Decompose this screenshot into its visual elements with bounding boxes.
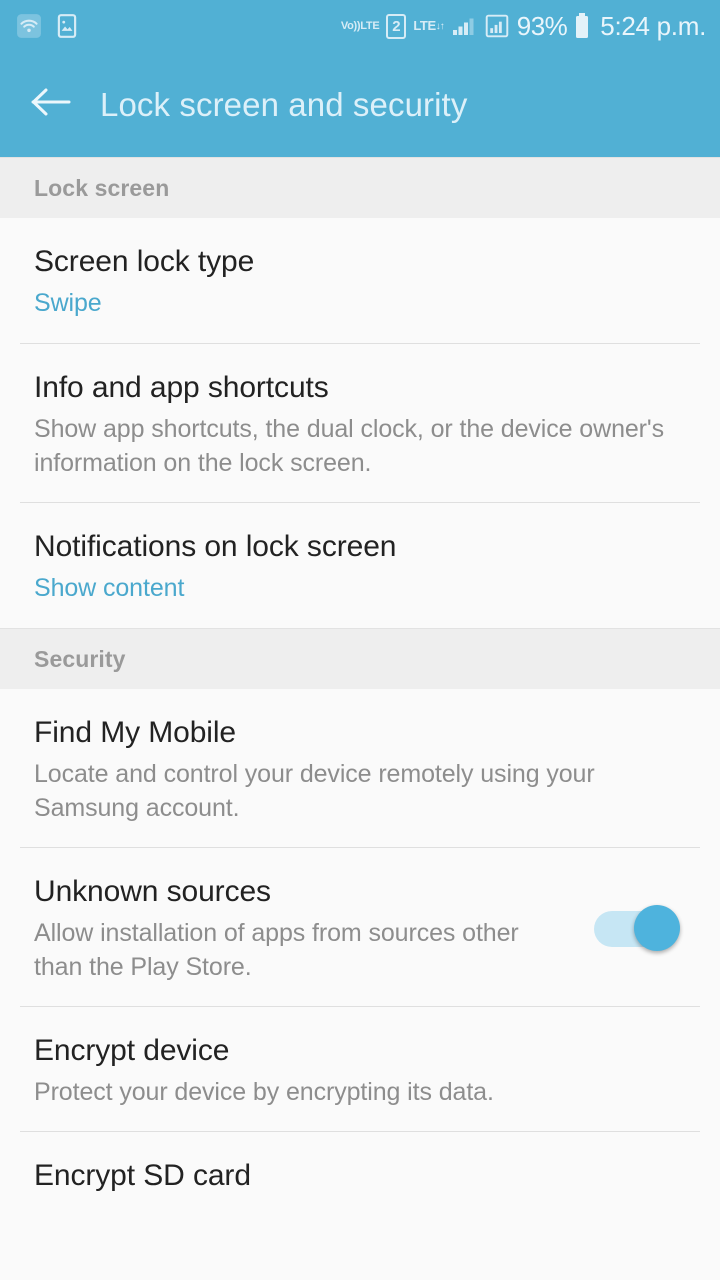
volte-icon-top: Vo))	[340, 20, 361, 32]
settings-list: Lock screen Screen lock type Swipe Info …	[0, 157, 720, 1218]
back-button[interactable]	[28, 82, 74, 128]
unknown-sources-toggle[interactable]	[594, 905, 680, 951]
section-header-label: Lock screen	[34, 174, 170, 201]
arrow-left-icon	[30, 85, 72, 124]
sim-card-2-icon: 2	[386, 13, 407, 39]
list-item-notifications-on-lock-screen[interactable]: Notifications on lock screen Show conten…	[0, 503, 720, 628]
status-bar-left-icons	[16, 13, 80, 39]
list-item-text: Unknown sources Allow installation of ap…	[34, 872, 570, 984]
list-item-text: Notifications on lock screen Show conten…	[34, 527, 686, 606]
lte-data-icon: LTE ↓↑	[413, 18, 445, 33]
list-item-value: Swipe	[34, 289, 102, 317]
volte-icon-bottom: LTE	[360, 20, 380, 32]
screenshot-image-icon	[54, 13, 80, 39]
section-header-label: Security	[34, 645, 126, 672]
list-item-text: Info and app shortcuts Show app shortcut…	[34, 368, 686, 480]
list-item-title: Screen lock type	[34, 245, 255, 278]
section-header-lock-screen: Lock screen	[0, 157, 720, 218]
signal-bars-boxed-icon	[484, 13, 510, 39]
list-item-description: Allow installation of apps from sources …	[34, 919, 519, 981]
volte-icon: Vo)) LTE	[340, 20, 380, 32]
list-item-title: Unknown sources	[34, 875, 271, 908]
list-item-encrypt-sd-card[interactable]: Encrypt SD card	[0, 1132, 720, 1218]
toggle-thumb	[634, 905, 680, 951]
status-bar-right-icons: Vo)) LTE 2 LTE ↓↑ 93% 5:24 p.m.	[341, 11, 706, 42]
signal-bars-icon	[451, 14, 477, 38]
list-item-text: Encrypt SD card	[34, 1156, 686, 1196]
list-item-value: Show content	[34, 574, 185, 602]
wifi-icon	[16, 13, 42, 39]
list-item-title: Find My Mobile	[34, 716, 236, 749]
lte-data-arrows: ↓↑	[435, 20, 445, 32]
status-bar-clock: 5:24 p.m.	[600, 10, 706, 41]
list-item-text: Find My Mobile Locate and control your d…	[34, 713, 686, 825]
battery-icon	[574, 12, 590, 40]
page-title: Lock screen and security	[100, 85, 468, 123]
list-item-screen-lock-type[interactable]: Screen lock type Swipe	[0, 218, 720, 343]
app-bar: Lock screen and security	[0, 52, 720, 157]
list-item-unknown-sources[interactable]: Unknown sources Allow installation of ap…	[0, 848, 720, 1006]
list-item-title: Notifications on lock screen	[34, 530, 397, 563]
list-item-info-and-app-shortcuts[interactable]: Info and app shortcuts Show app shortcut…	[0, 344, 720, 502]
list-item-text: Screen lock type Swipe	[34, 242, 686, 321]
list-item-title: Info and app shortcuts	[34, 371, 329, 404]
list-item-find-my-mobile[interactable]: Find My Mobile Locate and control your d…	[0, 689, 720, 847]
lte-label: LTE	[413, 18, 436, 33]
list-item-description: Protect your device by encrypting its da…	[34, 1078, 494, 1106]
list-item-title: Encrypt device	[34, 1034, 230, 1067]
status-bar: Vo)) LTE 2 LTE ↓↑ 93% 5:24 p.m.	[0, 0, 720, 52]
section-header-security: Security	[0, 628, 720, 689]
list-item-encrypt-device[interactable]: Encrypt device Protect your device by en…	[0, 1007, 720, 1131]
list-item-description: Show app shortcuts, the dual clock, or t…	[34, 415, 664, 477]
list-item-text: Encrypt device Protect your device by en…	[34, 1031, 686, 1109]
list-item-title: Encrypt SD card	[34, 1159, 251, 1192]
list-item-description: Locate and control your device remotely …	[34, 760, 595, 822]
battery-percent-label: 93%	[516, 10, 568, 41]
